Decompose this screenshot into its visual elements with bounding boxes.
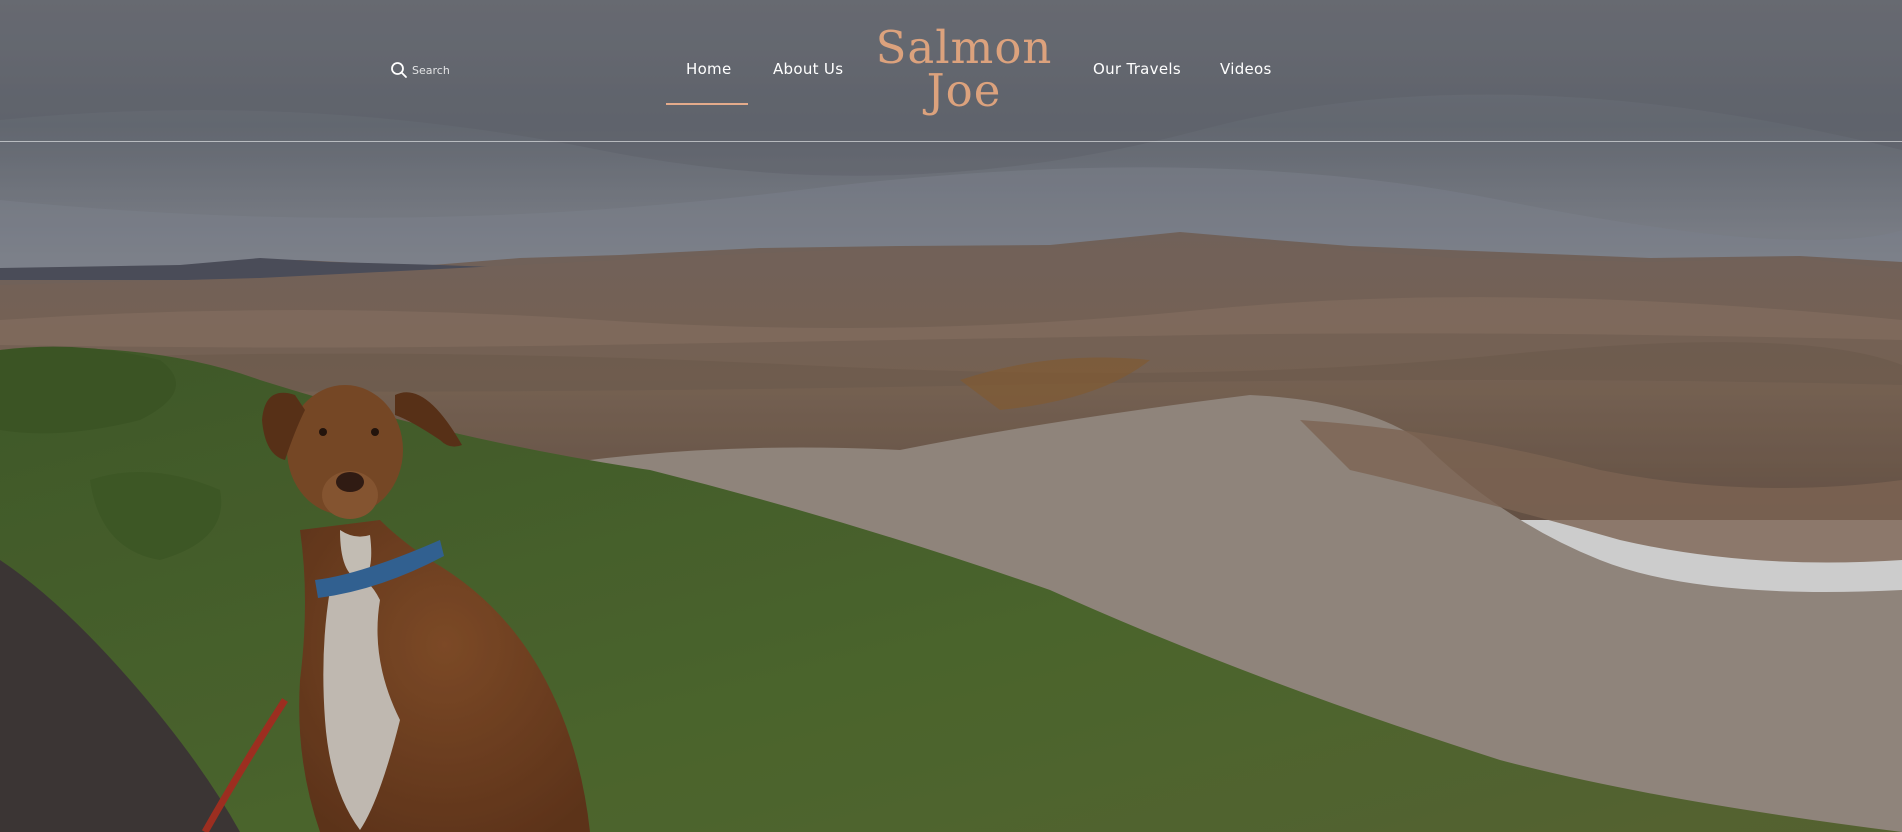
hero: Home About Us Salmon Joe Our Travels Vid…: [0, 0, 1902, 832]
search-box[interactable]: [390, 61, 552, 79]
search-input[interactable]: [412, 63, 552, 77]
site-logo[interactable]: Salmon Joe: [870, 21, 1058, 117]
active-nav-indicator: [666, 103, 748, 105]
nav-home[interactable]: Home: [686, 60, 732, 78]
logo-line-2: Joe: [926, 64, 1002, 117]
search-icon[interactable]: [390, 61, 408, 79]
nav-videos[interactable]: Videos: [1220, 60, 1272, 78]
site-header: Home About Us Salmon Joe Our Travels Vid…: [0, 0, 1902, 142]
nav-about-us[interactable]: About Us: [773, 60, 843, 78]
logo-line-1: Salmon: [875, 21, 1053, 74]
nav-our-travels[interactable]: Our Travels: [1093, 60, 1181, 78]
